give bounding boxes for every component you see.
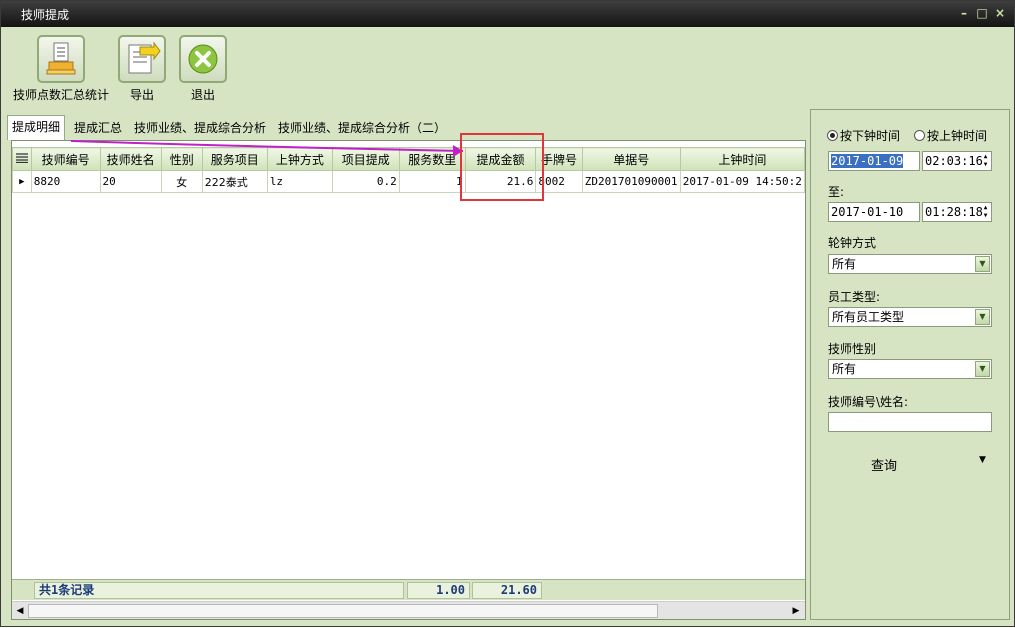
from-date-field[interactable]: 2017-01-09 xyxy=(828,151,936,171)
to-date-field[interactable]: 2017-01-10 xyxy=(828,202,936,222)
chevron-down-icon[interactable]: ▼ xyxy=(975,256,990,272)
report-window: 技师提成 – □ × 技师点数汇总统计 导出 退出 提成明细 提成汇总 技师业绩… xyxy=(0,0,1015,627)
filter-panel: 按下钟时间 按上钟时间 2017-01-09 02:03:16 ▲ ▼ 至: 20… xyxy=(810,109,1010,620)
radio-clock-on-time[interactable]: 按上钟时间 xyxy=(914,127,987,144)
rotation-label: 轮钟方式 xyxy=(828,236,877,250)
rotation-select[interactable]: 所有 ▼ xyxy=(828,254,992,274)
query-dropdown-icon[interactable]: ▼ xyxy=(979,455,986,465)
radio-unselected-icon xyxy=(914,130,925,141)
gender-select[interactable]: 所有 ▼ xyxy=(828,359,992,379)
gender-label: 技师性别 xyxy=(828,342,877,356)
chevron-down-icon[interactable]: ▼ xyxy=(975,361,990,377)
staff-type-select[interactable]: 所有员工类型 ▼ xyxy=(828,307,992,327)
id-name-input[interactable] xyxy=(828,412,992,432)
from-time-field[interactable]: 02:03:16 ▲ ▼ xyxy=(922,151,992,171)
to-label: 至: xyxy=(828,185,845,199)
spinner-icon[interactable]: ▲ ▼ xyxy=(981,204,990,220)
id-name-label: 技师编号\姓名: xyxy=(828,395,909,409)
spinner-icon[interactable]: ▲ ▼ xyxy=(981,153,990,169)
radio-clock-off-time[interactable]: 按下钟时间 xyxy=(827,127,900,144)
query-button[interactable]: 查询 xyxy=(871,455,897,474)
to-time-field[interactable]: 01:28:18 ▲ ▼ xyxy=(922,202,992,222)
chevron-down-icon[interactable]: ▼ xyxy=(975,309,990,325)
radio-selected-icon xyxy=(827,130,838,141)
staff-type-label: 员工类型: xyxy=(828,290,881,304)
